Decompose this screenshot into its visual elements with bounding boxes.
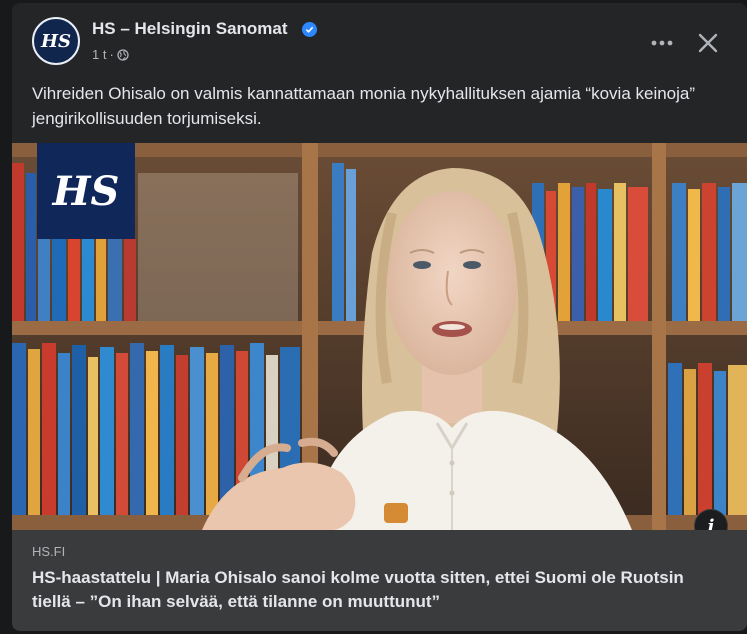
avatar-text: HS (40, 30, 71, 52)
globe-icon[interactable] (117, 48, 129, 61)
close-icon[interactable] (690, 25, 726, 61)
post-card: HS HS – Helsingin Sanomat 1 t · Vihreide… (12, 3, 747, 631)
meta-separator: · (109, 47, 114, 62)
link-preview[interactable]: HS.FI HS-haastattelu | Maria Ohisalo san… (12, 530, 747, 631)
hs-logo-badge: HS (37, 143, 135, 239)
link-domain: HS.FI (32, 544, 66, 559)
verified-badge-icon (302, 22, 317, 37)
post-header: HS HS – Helsingin Sanomat 1 t · (12, 3, 747, 73)
post-timestamp[interactable]: 1 t (92, 47, 106, 62)
more-options-icon[interactable] (644, 25, 680, 61)
page-avatar[interactable]: HS (32, 17, 80, 65)
link-title[interactable]: HS-haastattelu | Maria Ohisalo sanoi kol… (32, 566, 722, 614)
hs-badge-text: HS (52, 167, 120, 215)
post-meta: 1 t · (92, 47, 129, 62)
page-name-link[interactable]: HS – Helsingin Sanomat (92, 19, 288, 39)
link-preview-image[interactable]: HS (12, 143, 747, 530)
post-text: Vihreiden Ohisalo on valmis kannattamaan… (32, 84, 696, 128)
